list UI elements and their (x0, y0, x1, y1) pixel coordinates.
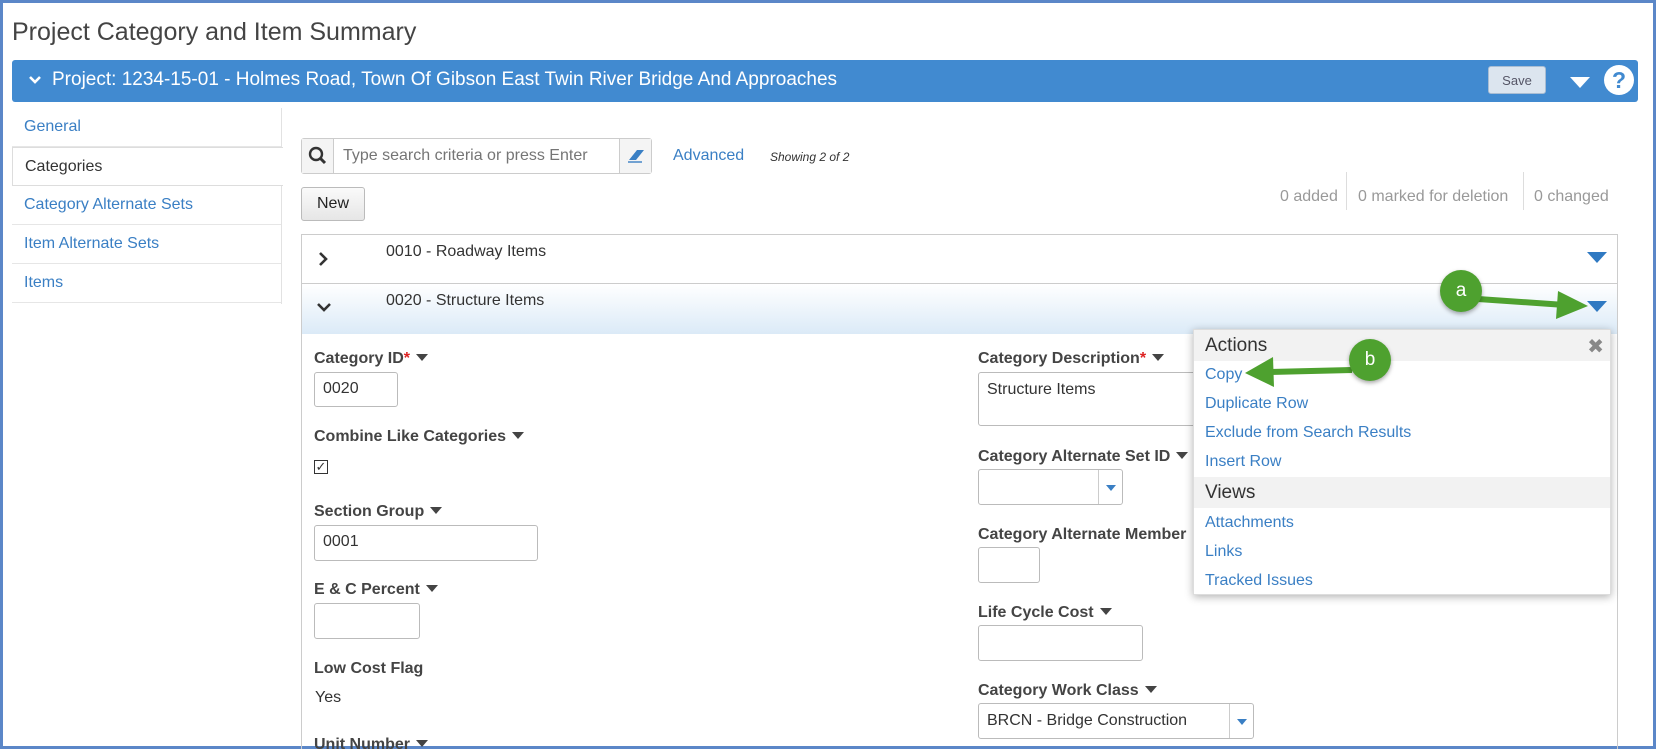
callout-a: a (1440, 270, 1482, 312)
callout-b: b (1349, 339, 1391, 381)
annotation-arrows (1245, 291, 1588, 387)
arrow-head (1556, 291, 1588, 319)
arrow-head (1245, 357, 1274, 387)
